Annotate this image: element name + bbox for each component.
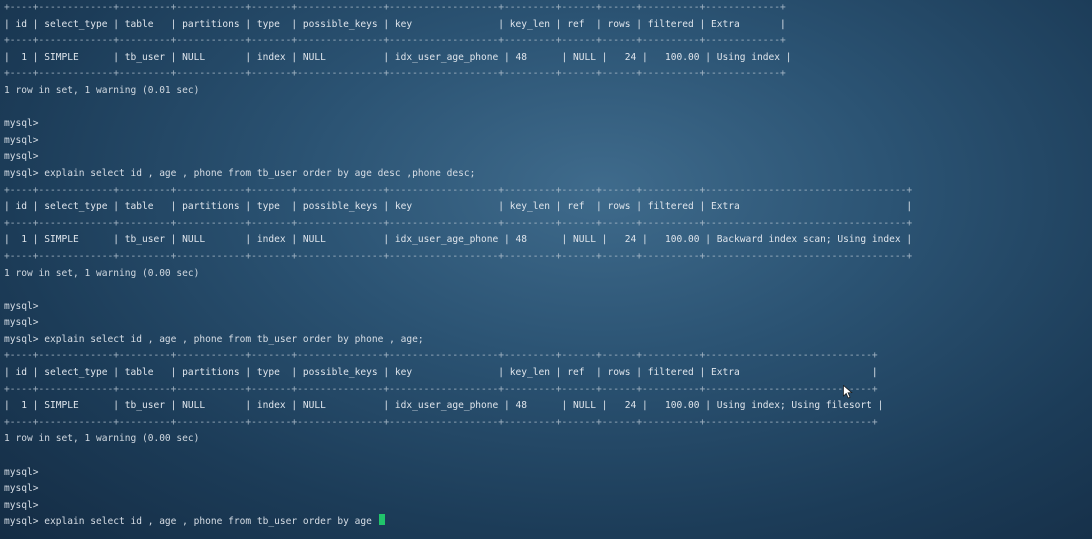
table-row: | 1 | SIMPLE | tb_user | NULL | index | … [4,234,913,246]
table-border: +----+-------------+---------+----------… [4,350,878,362]
mysql-prompt: mysql> [4,151,39,163]
result-status: 1 row in set, 1 warning (0.01 sec) [4,84,200,96]
command-input-line[interactable]: mysql> explain select id , age , phone f… [4,514,1092,531]
mouse-pointer-icon [843,385,853,399]
mysql-prompt: mysql> [4,483,39,495]
table-border: +----+-------------+---------+----------… [4,2,786,13]
result-status: 1 row in set, 1 warning (0.00 sec) [4,433,200,445]
table-header-row: | id | select_type | table | partitions … [4,18,786,30]
table-border: +----+-------------+---------+----------… [4,184,913,196]
table-row: | 1 | SIMPLE | tb_user | NULL | index | … [4,51,792,63]
mysql-prompt: mysql> [4,134,39,146]
mysql-prompt: mysql> [4,499,39,511]
mysql-prompt: mysql> [4,466,39,478]
mysql-command: mysql> explain select id , age , phone f… [4,333,424,345]
mysql-prompt: mysql> [4,118,39,130]
table-header-row: | id | select_type | table | partitions … [4,201,913,213]
result-status: 1 row in set, 1 warning (0.00 sec) [4,267,200,279]
table-header-row: | id | select_type | table | partitions … [4,367,878,379]
mysql-command: mysql> explain select id , age , phone f… [4,167,476,179]
table-border: +----+-------------+---------+----------… [4,383,878,395]
command-input-text[interactable]: mysql> explain select id , age , phone f… [4,516,378,527]
table-border: +----+-------------+---------+----------… [4,68,786,80]
table-border: +----+-------------+---------+----------… [4,250,913,262]
table-row: | 1 | SIMPLE | tb_user | NULL | index | … [4,400,884,412]
table-border: +----+-------------+---------+----------… [4,35,786,47]
terminal-output: +----+-------------+---------+----------… [4,0,1092,531]
table-border: +----+-------------+---------+----------… [4,217,913,229]
table-border: +----+-------------+---------+----------… [4,416,878,428]
terminal-window[interactable]: +----+-------------+---------+----------… [0,0,1092,539]
mysql-prompt: mysql> [4,300,39,312]
mysql-prompt: mysql> [4,317,39,329]
text-cursor [378,514,385,526]
